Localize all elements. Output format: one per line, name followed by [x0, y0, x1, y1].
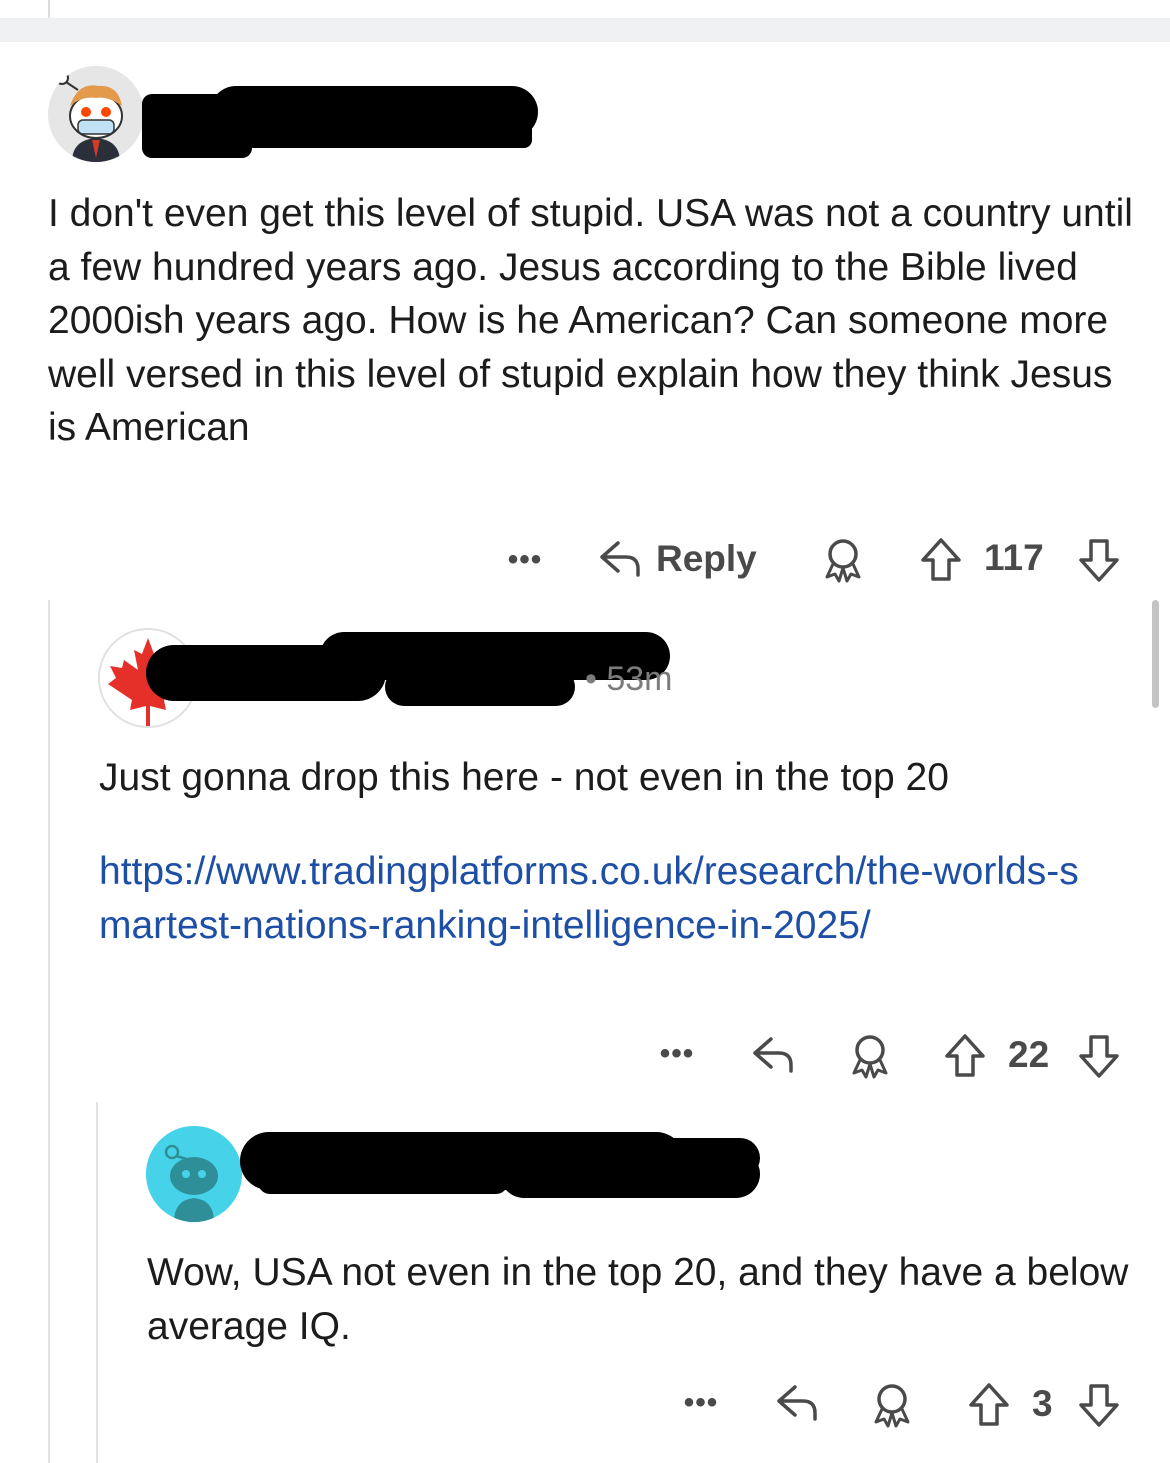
- upvote-button[interactable]: [940, 1031, 990, 1081]
- redaction-mark: [385, 668, 575, 706]
- comment-link[interactable]: https://www.tradingplatforms.co.uk/resea…: [99, 845, 1109, 952]
- downvote-button[interactable]: [1074, 1380, 1124, 1430]
- vote-score: 3: [1032, 1383, 1053, 1424]
- reply-button[interactable]: [748, 1030, 798, 1080]
- reply-button[interactable]: Reply: [596, 534, 776, 584]
- award-button[interactable]: [818, 535, 868, 585]
- award-button[interactable]: [867, 1380, 917, 1430]
- upvote-arrow-icon: [921, 538, 961, 581]
- downvote-arrow-icon: [1079, 539, 1119, 582]
- upvote-button[interactable]: [964, 1380, 1014, 1430]
- top-strip: [0, 0, 1170, 18]
- timestamp-value: 53m: [606, 660, 673, 698]
- comment-body: I don't even get this level of stupid. U…: [48, 192, 1133, 449]
- redaction-mark: [258, 1170, 508, 1194]
- post-separator: [0, 18, 1170, 42]
- upvote-button[interactable]: [916, 535, 966, 585]
- thread-line-level-2[interactable]: [96, 1102, 98, 1463]
- comment-timestamp: • 53m: [585, 660, 673, 699]
- redaction-mark: [142, 112, 532, 148]
- downvote-button[interactable]: [1074, 535, 1124, 585]
- downvote-button[interactable]: [1074, 1031, 1124, 1081]
- scrollbar[interactable]: [1152, 600, 1159, 708]
- upvote-arrow-icon: [945, 1034, 985, 1077]
- thread-line-level-1[interactable]: [48, 600, 50, 1463]
- award-icon: [874, 1384, 910, 1428]
- more-options-button[interactable]: •••: [652, 1034, 702, 1074]
- snoo-mask-avatar-icon[interactable]: [48, 66, 144, 162]
- award-button[interactable]: [845, 1031, 895, 1081]
- downvote-arrow-icon: [1079, 1384, 1119, 1427]
- reply-icon: [777, 1385, 817, 1421]
- reply-icon: [600, 541, 640, 577]
- reply-label: Reply: [656, 538, 757, 579]
- snoo-default-avatar-icon[interactable]: [146, 1126, 242, 1222]
- more-options-button[interactable]: •••: [676, 1383, 726, 1423]
- meta-dot: •: [585, 660, 607, 698]
- redaction-mark: [600, 1138, 760, 1178]
- comment-body: Wow, USA not even in the top 20, and the…: [147, 1251, 1129, 1348]
- award-icon: [825, 539, 861, 583]
- vote-score: 117: [984, 537, 1044, 578]
- comment-body: Just gonna drop this here - not even in …: [99, 756, 949, 799]
- downvote-arrow-icon: [1079, 1035, 1119, 1078]
- more-options-button[interactable]: •••: [500, 540, 550, 580]
- vote-score: 22: [1008, 1034, 1050, 1075]
- parent-thread-line: [48, 0, 50, 18]
- reply-icon: [753, 1037, 793, 1073]
- reply-button[interactable]: [772, 1378, 822, 1428]
- award-icon: [852, 1035, 888, 1079]
- upvote-arrow-icon: [969, 1383, 1009, 1426]
